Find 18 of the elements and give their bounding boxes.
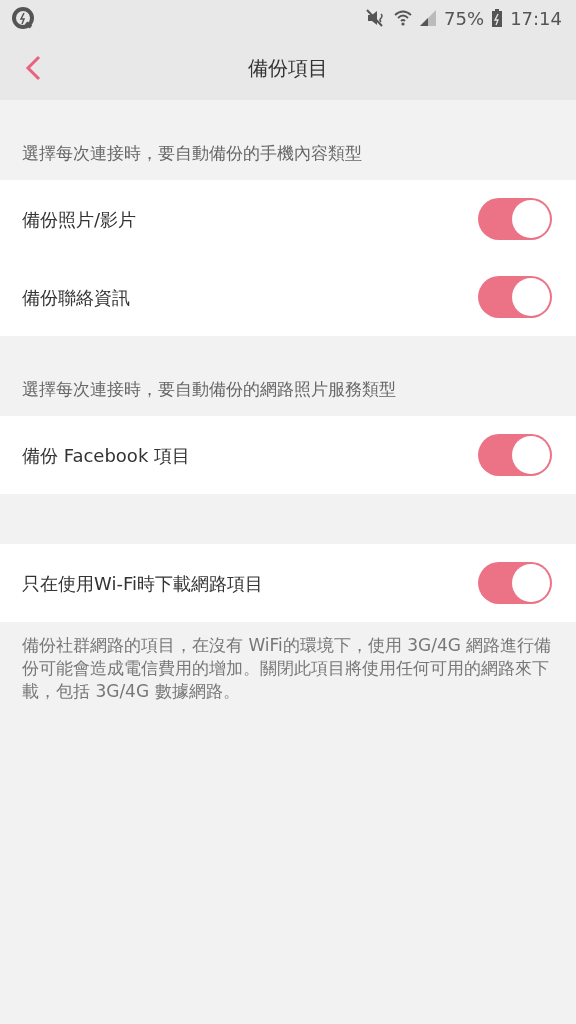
toggle-switch[interactable] <box>478 562 552 604</box>
toggle-switch[interactable] <box>478 198 552 240</box>
footnote-text: 備份社群網路的項目，在沒有 WiFi的環境下，使用 3G/4G 網路進行備份可能會造成電信費用的增加。關閉此項目將使用任何可用的網路來下載，包括 3G/4G 數據網路。 <box>21 634 553 703</box>
notification-icon <box>12 7 34 29</box>
toggle-switch[interactable] <box>478 434 552 476</box>
setting-label: 備份聯絡資訊 <box>22 285 130 310</box>
battery-icon <box>492 9 503 27</box>
setting-label: 備份 Facebook 項目 <box>22 443 191 468</box>
wifi-icon <box>394 9 413 27</box>
battery-percentage: 75% <box>444 6 485 31</box>
section-caption: 選擇每次連接時，要自動備份的網路照片服務類型 <box>21 377 397 401</box>
setting-label: 只在使用Wi-Fi時下載網路項目 <box>22 571 263 596</box>
section-caption: 選擇每次連接時，要自動備份的手機內容類型 <box>21 141 363 165</box>
toggle-switch[interactable] <box>478 276 552 318</box>
setting-label: 備份照片/影片 <box>22 207 137 232</box>
page-title: 備份項目 <box>248 55 328 82</box>
signal-icon <box>420 10 437 26</box>
clock: 17:14 <box>510 6 562 31</box>
